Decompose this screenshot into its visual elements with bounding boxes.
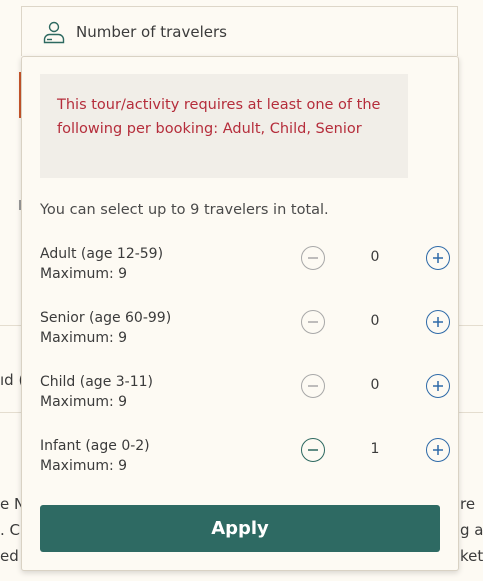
- increment-button[interactable]: [426, 438, 450, 462]
- traveler-count: 0: [370, 249, 380, 265]
- traveler-count: 1: [370, 441, 380, 457]
- traveler-row-child: Child (age 3-11) Maximum: 9 0: [40, 374, 450, 424]
- decrement-button[interactable]: [301, 374, 325, 398]
- requirement-alert: This tour/activity requires at least one…: [40, 74, 408, 178]
- traveler-type-label: Adult (age 12-59): [40, 246, 164, 262]
- minus-icon: [308, 449, 318, 451]
- travelers-popover: This tour/activity requires at least one…: [21, 56, 459, 571]
- background-text-fragment: ket: [460, 547, 483, 565]
- increment-button[interactable]: [426, 310, 450, 334]
- plus-icon: [433, 381, 443, 391]
- decrement-button[interactable]: [301, 246, 325, 270]
- traveler-count: 0: [370, 313, 380, 329]
- traveler-row-adult: Adult (age 12-59) Maximum: 9 0: [40, 246, 450, 296]
- traveler-count: 0: [370, 377, 380, 393]
- travelers-selector[interactable]: Number of travelers: [21, 6, 458, 56]
- background-text-fragment: ed: [0, 547, 19, 565]
- traveler-row-infant: Infant (age 0-2) Maximum: 9 1: [40, 438, 450, 488]
- traveler-max-label: Maximum: 9: [40, 458, 128, 474]
- background-text-fragment: . C: [0, 521, 21, 539]
- traveler-max-label: Maximum: 9: [40, 394, 128, 410]
- decrement-button[interactable]: [301, 310, 325, 334]
- increment-button[interactable]: [426, 246, 450, 270]
- increment-button[interactable]: [426, 374, 450, 398]
- travelers-field-label: Number of travelers: [76, 22, 227, 41]
- background-text-fragment: re: [460, 495, 476, 513]
- person-icon: [43, 21, 65, 43]
- minus-icon: [308, 257, 318, 259]
- traveler-max-label: Maximum: 9: [40, 330, 128, 346]
- decrement-button[interactable]: [301, 438, 325, 462]
- traveler-type-label: Senior (age 60-99): [40, 310, 172, 326]
- traveler-type-label: Infant (age 0-2): [40, 438, 150, 454]
- plus-icon: [433, 317, 443, 327]
- background-text-fragment: g a: [460, 521, 483, 539]
- apply-button[interactable]: Apply: [40, 505, 440, 552]
- minus-icon: [308, 321, 318, 323]
- plus-icon: [433, 445, 443, 455]
- traveler-type-label: Child (age 3-11): [40, 374, 153, 390]
- minus-icon: [308, 385, 318, 387]
- traveler-row-senior: Senior (age 60-99) Maximum: 9 0: [40, 310, 450, 360]
- plus-icon: [433, 253, 443, 263]
- traveler-max-label: Maximum: 9: [40, 266, 128, 282]
- travelers-limit-hint: You can select up to 9 travelers in tota…: [40, 202, 329, 218]
